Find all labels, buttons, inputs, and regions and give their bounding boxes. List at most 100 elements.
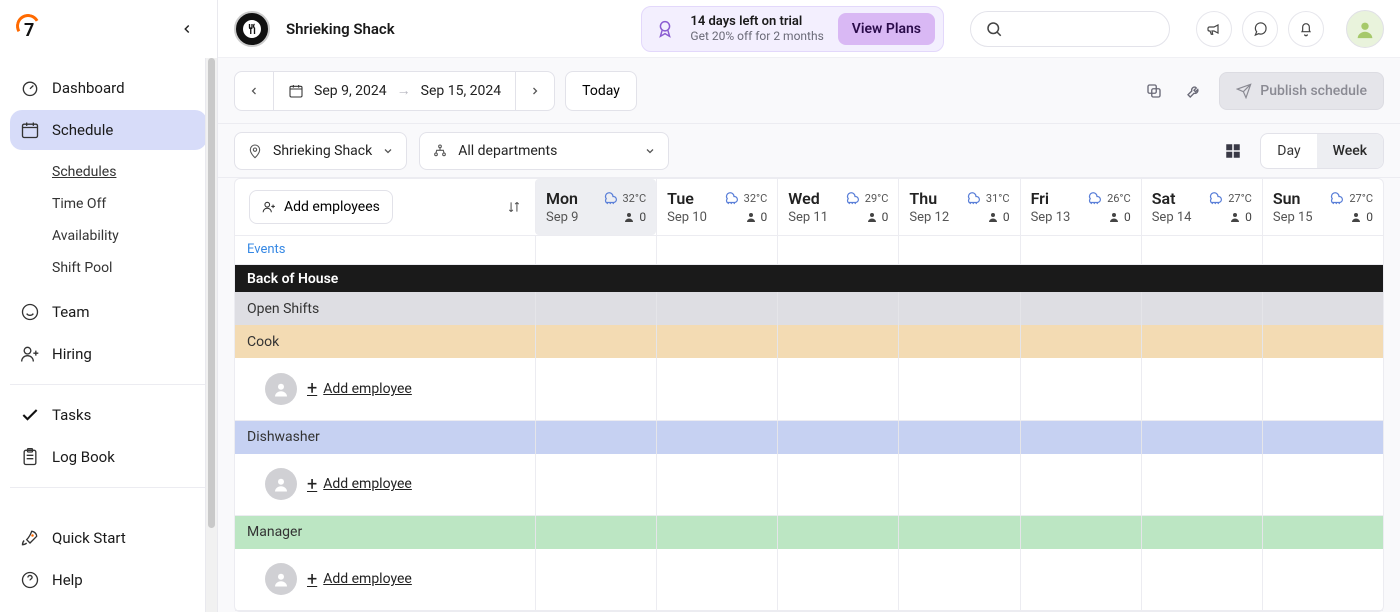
shift-cell[interactable]	[1262, 292, 1383, 325]
day-header-mon[interactable]: Mon 32°C Sep 9 0	[535, 179, 656, 235]
day-header-thu[interactable]: Thu31°C Sep 120	[898, 179, 1019, 235]
person-icon	[745, 211, 757, 223]
location-dropdown[interactable]: Shrieking Shack	[234, 132, 407, 170]
sidebar-scrollbar[interactable]	[205, 58, 217, 612]
layout-toggle-button[interactable]	[1218, 136, 1248, 166]
label: Schedule	[52, 121, 113, 139]
event-cell[interactable]	[1141, 236, 1262, 265]
prev-week-button[interactable]	[235, 72, 273, 110]
shift-cell[interactable]	[1141, 454, 1262, 515]
nav-team[interactable]: Team	[10, 292, 207, 332]
shift-cell[interactable]	[898, 292, 1019, 325]
sidebar: Dashboard Schedule Schedules Time Off Av…	[0, 0, 218, 612]
subnav-timeoff[interactable]: Time Off	[52, 188, 207, 220]
events-link[interactable]: Events	[235, 236, 535, 265]
nav-quickstart[interactable]: Quick Start	[10, 518, 207, 558]
date-end: Sep 15, 2024	[421, 83, 502, 99]
day-header-wed[interactable]: Wed29°C Sep 110	[777, 179, 898, 235]
event-cell[interactable]	[777, 236, 898, 265]
shift-cell[interactable]	[1262, 358, 1383, 419]
person-icon	[1108, 211, 1120, 223]
day-header-fri[interactable]: Fri26°C Sep 130	[1020, 179, 1141, 235]
event-cell[interactable]	[898, 236, 1019, 265]
shift-cell[interactable]	[656, 549, 777, 610]
temp: 27°C	[1349, 192, 1373, 205]
search-input[interactable]	[970, 11, 1170, 47]
nav-hiring[interactable]: Hiring	[10, 334, 207, 374]
nav-dashboard[interactable]: Dashboard	[10, 68, 207, 108]
event-cell[interactable]	[535, 236, 656, 265]
next-week-button[interactable]	[516, 72, 554, 110]
shift-cell[interactable]	[535, 292, 656, 325]
tools-button[interactable]	[1179, 76, 1209, 106]
shift-cell[interactable]	[1020, 292, 1141, 325]
shift-cell[interactable]	[1141, 292, 1262, 325]
shift-cell[interactable]	[777, 549, 898, 610]
announcements-button[interactable]	[1196, 11, 1232, 47]
add-employee-link[interactable]: + Add employee	[307, 569, 412, 590]
temp: 32°C	[623, 192, 647, 205]
org-logo[interactable]	[234, 11, 270, 47]
shift-cell[interactable]	[898, 454, 1019, 515]
day-header-sun[interactable]: Sun27°C Sep 150	[1262, 179, 1383, 235]
subnav-availability[interactable]: Availability	[52, 220, 207, 252]
view-day-button[interactable]: Day	[1261, 134, 1316, 168]
label: Dashboard	[52, 79, 125, 97]
departments-dropdown[interactable]: All departments	[419, 132, 669, 170]
shift-cell[interactable]	[535, 454, 656, 515]
label: Add employees	[284, 199, 380, 215]
shift-cell[interactable]	[777, 454, 898, 515]
messages-button[interactable]	[1242, 11, 1278, 47]
shift-cell[interactable]	[898, 549, 1019, 610]
sort-button[interactable]	[507, 200, 521, 214]
shift-cell[interactable]	[1020, 358, 1141, 419]
shift-cell[interactable]	[1262, 454, 1383, 515]
shift-cell[interactable]	[656, 454, 777, 515]
user-plus-icon	[262, 200, 276, 214]
profile-menu[interactable]	[1346, 10, 1384, 48]
shift-cell[interactable]	[777, 292, 898, 325]
day-header-tue[interactable]: Tue32°C Sep 100	[656, 179, 777, 235]
add-employee-link[interactable]: + Add employee	[307, 474, 412, 495]
role-header-manager[interactable]: Manager	[235, 516, 1383, 549]
role-header-dishwasher[interactable]: Dishwasher	[235, 421, 1383, 454]
nav-logbook[interactable]: Log Book	[10, 437, 207, 477]
event-cell[interactable]	[1262, 236, 1383, 265]
nav-schedule[interactable]: Schedule	[10, 110, 207, 150]
label: Publish schedule	[1260, 83, 1367, 99]
event-cell[interactable]	[1020, 236, 1141, 265]
shift-cell[interactable]	[1141, 358, 1262, 419]
view-plans-button[interactable]: View Plans	[838, 13, 935, 45]
shift-cell[interactable]	[1141, 549, 1262, 610]
shift-cell[interactable]	[1262, 549, 1383, 610]
shift-cell[interactable]	[1020, 454, 1141, 515]
section-header-back-of-house[interactable]: Back of House	[235, 265, 1383, 292]
view-week-button[interactable]: Week	[1317, 134, 1383, 168]
collapse-sidebar-button[interactable]	[173, 15, 201, 43]
role-header-cook[interactable]: Cook	[235, 325, 1383, 358]
date-range-display[interactable]: Sep 9, 2024 → Sep 15, 2024	[273, 72, 516, 110]
nav-help[interactable]: Help	[10, 560, 207, 600]
date: Sep 10	[667, 210, 707, 225]
subnav-schedules[interactable]: Schedules	[52, 156, 207, 188]
shift-cell[interactable]	[898, 358, 1019, 419]
shift-cell[interactable]	[656, 358, 777, 419]
label: Add employee	[323, 381, 412, 397]
add-employee-link[interactable]: + Add employee	[307, 378, 412, 399]
shift-cell[interactable]	[777, 358, 898, 419]
shift-cell[interactable]	[535, 549, 656, 610]
shift-cell[interactable]	[535, 358, 656, 419]
scrollbar-thumb[interactable]	[208, 58, 215, 528]
publish-schedule-button[interactable]: Publish schedule	[1219, 72, 1384, 110]
nav-tasks[interactable]: Tasks	[10, 395, 207, 435]
event-cell[interactable]	[656, 236, 777, 265]
add-employees-button[interactable]: Add employees	[249, 190, 393, 224]
subnav-shiftpool[interactable]: Shift Pool	[52, 252, 207, 284]
copy-schedule-button[interactable]	[1139, 76, 1169, 106]
shift-cell[interactable]	[656, 292, 777, 325]
day-header-sat[interactable]: Sat27°C Sep 140	[1141, 179, 1262, 235]
today-button[interactable]: Today	[565, 71, 637, 111]
notifications-button[interactable]	[1288, 11, 1324, 47]
count: 0	[1245, 210, 1252, 224]
shift-cell[interactable]	[1020, 549, 1141, 610]
